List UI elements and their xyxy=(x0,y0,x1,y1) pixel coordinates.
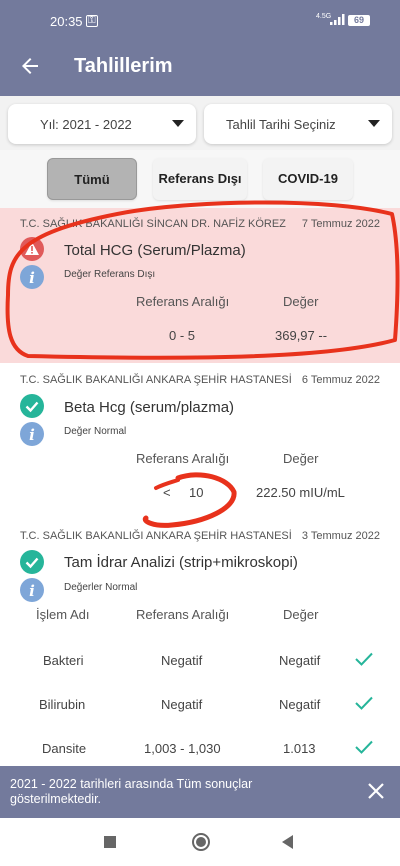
chevron-down-icon xyxy=(368,120,380,127)
sim-icon: ⚿ xyxy=(86,15,98,27)
row-value: Negatif xyxy=(279,697,321,712)
close-icon[interactable] xyxy=(367,782,385,800)
row-reference: Negatif xyxy=(161,697,203,712)
value-header: Değer xyxy=(283,607,319,622)
svg-text:i: i xyxy=(29,582,35,600)
result-card[interactable]: T.C. SAĞLIK BAKANLIĞI ANKARA ŞEHİR HASTA… xyxy=(0,520,400,766)
result-status: Değer Normal xyxy=(64,426,127,437)
result-status: Değerler Normal xyxy=(64,582,138,593)
page-title: Tahlillerim xyxy=(74,55,173,77)
check-circle-icon xyxy=(20,550,44,574)
battery-icon: 69 xyxy=(348,15,370,26)
check-icon xyxy=(355,740,373,754)
check-icon xyxy=(355,696,373,710)
reference-range-header: Referans Aralığı xyxy=(136,451,230,466)
test-name: Beta Hcg (serum/plazma) xyxy=(64,399,235,416)
test-name: Tam İdrar Analizi (strip+mikroskopi) xyxy=(64,554,298,571)
snackbar-message: 2021 - 2022 tarihleri arasında Tüm sonuç… xyxy=(10,777,253,806)
svg-text:i: i xyxy=(29,426,35,444)
value-header: Değer xyxy=(283,451,319,466)
chevron-down-icon xyxy=(172,120,184,127)
row-name: Bilirubin xyxy=(39,697,86,712)
signal-icon xyxy=(330,14,345,25)
check-icon xyxy=(355,652,373,666)
row-name: Dansite xyxy=(42,741,87,756)
test-name-header: İşlem Adı xyxy=(36,607,90,622)
back-arrow-icon[interactable] xyxy=(18,54,42,78)
result-value: 369,97 -- xyxy=(275,328,328,343)
info-icon[interactable]: i xyxy=(20,578,44,602)
result-card[interactable]: T.C. SAĞLIK BAKANLIĞI SİNCAN DR. NAFİZ K… xyxy=(0,208,400,363)
status-bar: 20:35 ⚿ 4.5G 69 xyxy=(0,0,400,38)
home-icon[interactable] xyxy=(192,833,210,851)
hospital-name: T.C. SAĞLIK BAKANLIĞI SİNCAN DR. NAFİZ K… xyxy=(20,218,286,230)
result-card[interactable]: T.C. SAĞLIK BAKANLIĞI ANKARA ŞEHİR HASTA… xyxy=(0,363,400,520)
result-date: 7 Temmuz 2022 xyxy=(301,218,380,230)
snackbar: 2021 - 2022 tarihleri arasında Tüm sonuç… xyxy=(0,766,400,818)
result-date: 6 Temmuz 2022 xyxy=(301,374,380,386)
reference-prefix: < xyxy=(163,485,171,500)
reference-range-header: Referans Aralığı xyxy=(136,294,230,309)
date-dropdown-label: Tahlil Tarihi Seçiniz xyxy=(226,117,336,132)
recent-apps-icon[interactable] xyxy=(104,836,116,848)
hospital-name: T.C. SAĞLIK BAKANLIĞI ANKARA ŞEHİR HASTA… xyxy=(20,374,292,386)
reference-range: 0 - 5 xyxy=(169,328,196,343)
info-icon[interactable]: i xyxy=(20,422,44,446)
year-dropdown-label: Yıl: 2021 - 2022 xyxy=(40,117,132,132)
tab-out-of-reference[interactable]: Referans Dışı xyxy=(153,158,247,200)
svg-text:i: i xyxy=(29,269,35,287)
nav-back-icon[interactable] xyxy=(282,835,293,849)
year-dropdown[interactable]: Yıl: 2021 - 2022 xyxy=(8,104,196,144)
result-value: 222.50 mIU/mL xyxy=(256,485,345,500)
info-icon[interactable]: i xyxy=(20,265,44,289)
row-reference: Negatif xyxy=(161,653,203,668)
test-name: Total HCG (Serum/Plazma) xyxy=(64,242,246,259)
value-header: Değer xyxy=(283,294,319,309)
row-reference: 1,003 - 1,030 xyxy=(144,741,221,756)
reference-range: 10 xyxy=(189,485,204,500)
reference-range-header: Referans Aralığı xyxy=(136,607,230,622)
clock: 20:35 xyxy=(50,14,83,29)
tab-covid[interactable]: COVID-19 xyxy=(263,158,353,200)
hospital-name: T.C. SAĞLIK BAKANLIĞI ANKARA ŞEHİR HASTA… xyxy=(20,530,292,542)
date-dropdown[interactable]: Tahlil Tarihi Seçiniz xyxy=(204,104,392,144)
check-circle-icon xyxy=(20,394,44,418)
network-type: 4.5G xyxy=(316,13,332,20)
row-value: Negatif xyxy=(279,653,321,668)
row-value: 1.013 xyxy=(283,741,316,756)
app-bar: Tahlillerim xyxy=(0,38,400,96)
result-status: Değer Referans Dışı xyxy=(64,269,156,280)
row-name: Bakteri xyxy=(43,653,84,668)
tab-all[interactable]: Tümü xyxy=(47,158,137,200)
warning-icon xyxy=(20,237,44,261)
result-date: 3 Temmuz 2022 xyxy=(301,530,380,542)
